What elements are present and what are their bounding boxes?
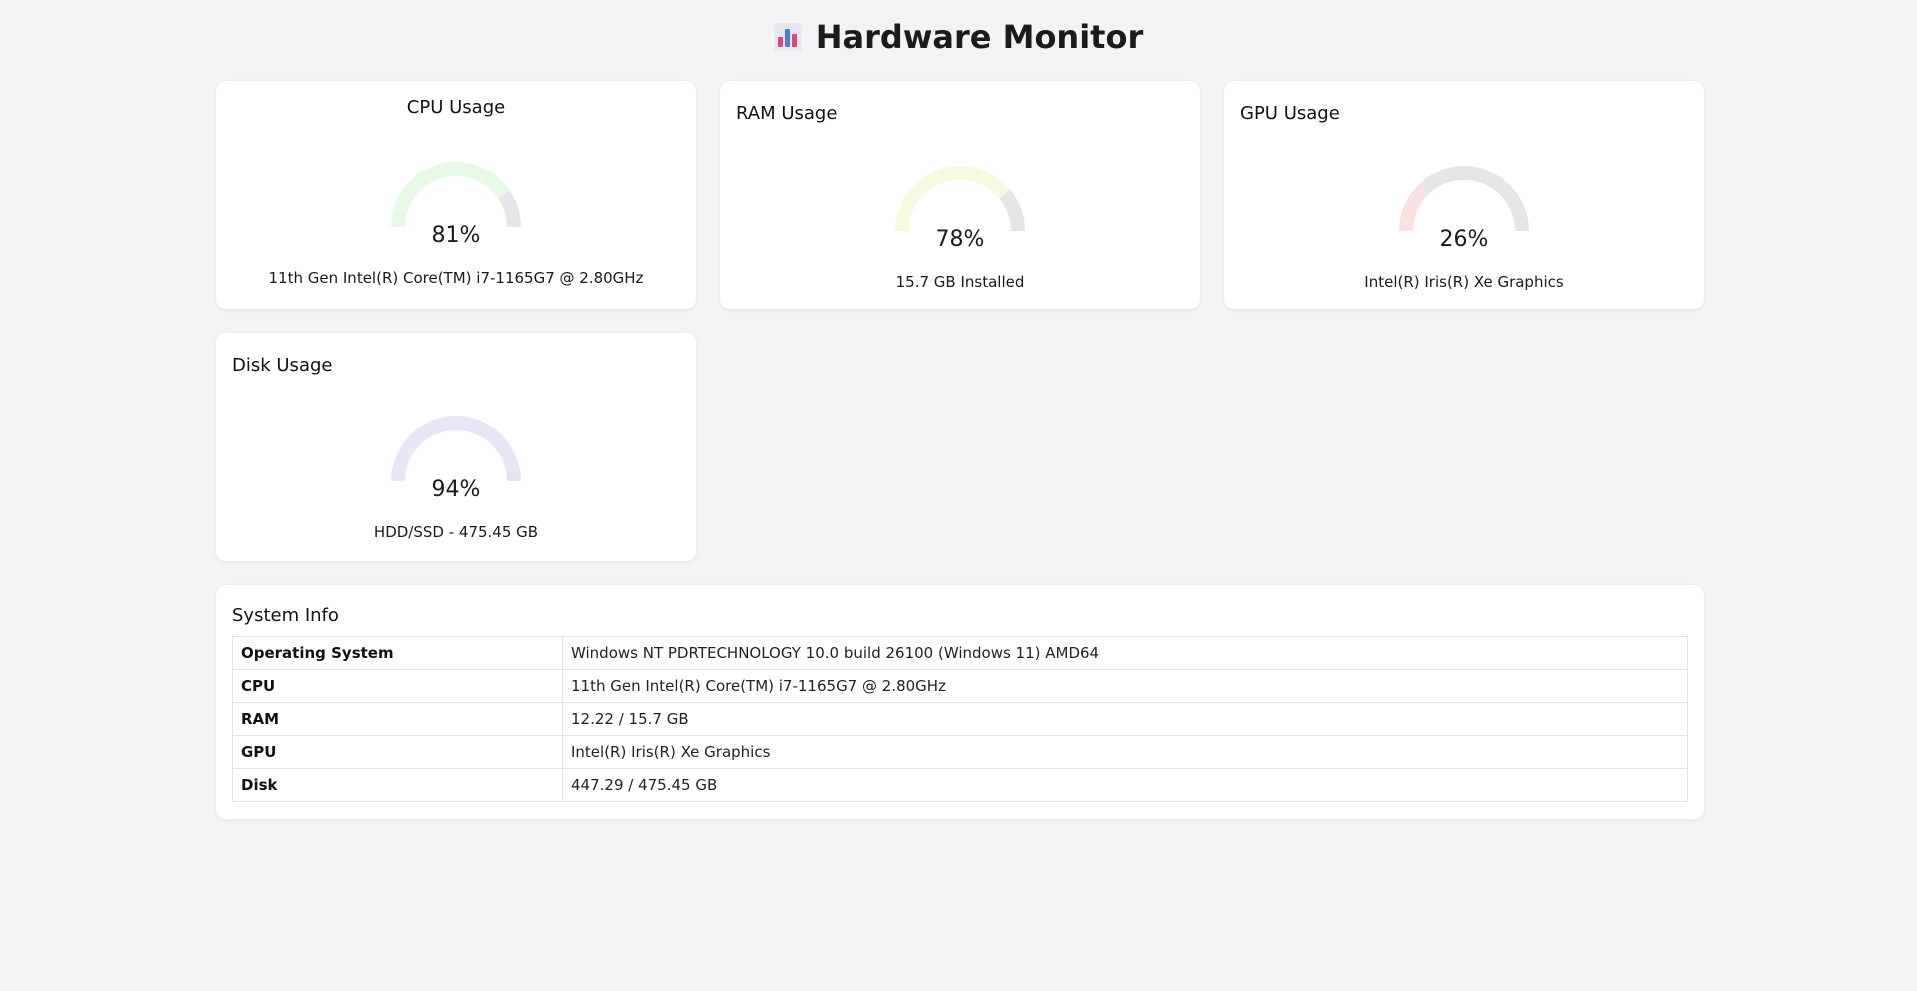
table-row: RAM 12.22 / 15.7 GB bbox=[232, 702, 1688, 736]
info-label: Disk bbox=[232, 768, 563, 802]
table-row: GPU Intel(R) Iris(R) Xe Graphics bbox=[232, 735, 1688, 769]
system-info-table: Operating System Windows NT PDRTECHNOLOG… bbox=[232, 636, 1688, 802]
info-value: 12.22 / 15.7 GB bbox=[562, 702, 1688, 736]
info-value: 447.29 / 475.45 GB bbox=[562, 768, 1688, 802]
gpu-card-title: GPU Usage bbox=[1240, 103, 1340, 124]
cpu-card-title: CPU Usage bbox=[406, 97, 506, 118]
disk-usage-value: 94% bbox=[431, 477, 481, 502]
page-title-text: Hardware Monitor bbox=[815, 18, 1144, 56]
info-label: GPU bbox=[232, 735, 563, 769]
info-value: Intel(R) Iris(R) Xe Graphics bbox=[562, 735, 1688, 769]
system-info-title: System Info bbox=[232, 605, 339, 626]
ram-card-title: RAM Usage bbox=[736, 103, 838, 124]
cpu-usage-card: CPU Usage 81% 11th Gen Intel(R) Core(TM)… bbox=[216, 81, 696, 309]
gauge-track bbox=[1419, 166, 1529, 232]
info-label: CPU bbox=[232, 669, 563, 703]
ram-usage-card: RAM Usage 78% 15.7 GB Installed bbox=[720, 81, 1200, 309]
ram-usage-value: 78% bbox=[935, 227, 985, 252]
gauge-fill bbox=[895, 166, 1011, 232]
table-row: CPU 11th Gen Intel(R) Core(TM) i7-1165G7… bbox=[232, 669, 1688, 703]
bar-chart-icon bbox=[773, 23, 802, 51]
table-row: Operating System Windows NT PDRTECHNOLOG… bbox=[232, 636, 1688, 670]
gauge-fill bbox=[391, 162, 510, 228]
cpu-usage-value: 81% bbox=[431, 223, 481, 248]
info-value: 11th Gen Intel(R) Core(TM) i7-1165G7 @ 2… bbox=[562, 669, 1688, 703]
gauge-fill bbox=[1399, 183, 1430, 232]
info-label: RAM bbox=[232, 702, 563, 736]
gauge-track bbox=[999, 189, 1025, 232]
page-title: Hardware Monitor bbox=[0, 18, 1917, 56]
disk-usage-card: Disk Usage 94% HDD/SSD - 475.45 GB bbox=[216, 333, 696, 561]
table-row: Disk 447.29 / 475.45 GB bbox=[232, 768, 1688, 802]
gpu-usage-value: 26% bbox=[1439, 227, 1489, 252]
gpu-model-label: Intel(R) Iris(R) Xe Graphics bbox=[1364, 273, 1564, 291]
info-label: Operating System bbox=[232, 636, 563, 670]
system-info-card: System Info Operating System Windows NT … bbox=[216, 585, 1704, 819]
disk-card-title: Disk Usage bbox=[232, 355, 333, 376]
gauge-fill bbox=[391, 416, 520, 482]
info-value: Windows NT PDRTECHNOLOGY 10.0 build 2610… bbox=[562, 636, 1688, 670]
gpu-usage-card: GPU Usage 26% Intel(R) Iris(R) Xe Graphi… bbox=[1224, 81, 1704, 309]
ram-installed-label: 15.7 GB Installed bbox=[895, 273, 1025, 291]
disk-size-label: HDD/SSD - 475.45 GB bbox=[373, 523, 539, 541]
cpu-model-label: 11th Gen Intel(R) Core(TM) i7-1165G7 @ 2… bbox=[268, 269, 644, 287]
